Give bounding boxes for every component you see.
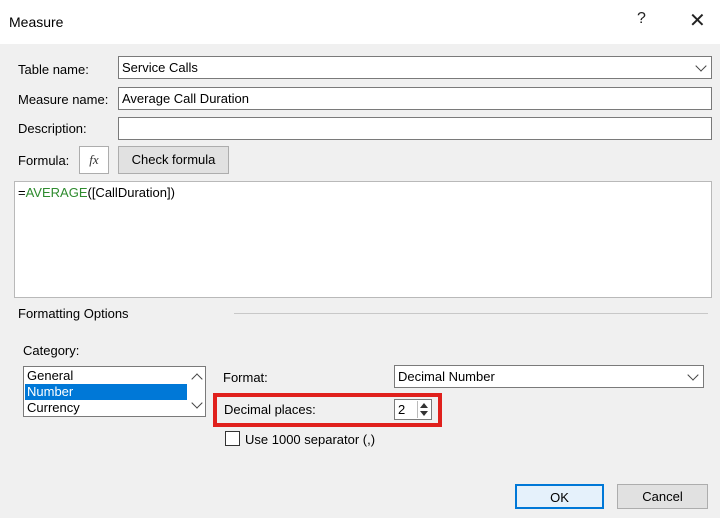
category-listbox[interactable]: General Number Currency (23, 366, 206, 417)
thousand-separator-label: Use 1000 separator (,) (245, 432, 376, 447)
formula-args: ([CallDuration]) (87, 185, 175, 200)
title-bar: Measure ? ✕ (0, 0, 720, 44)
chevron-down-icon (687, 369, 699, 381)
ok-button[interactable]: OK (515, 484, 604, 509)
dialog-title: Measure (9, 14, 64, 30)
category-item-number[interactable]: Number (25, 384, 187, 400)
formula-label: Formula: (18, 153, 70, 168)
category-item-general[interactable]: General (25, 368, 187, 384)
table-name-value: Service Calls (122, 60, 198, 75)
help-button[interactable]: ? (637, 10, 646, 28)
scroll-up-icon[interactable] (191, 373, 203, 385)
format-value: Decimal Number (398, 369, 495, 384)
spinner-buttons[interactable] (417, 401, 430, 418)
decimal-places-spinner[interactable]: 2 (394, 399, 432, 420)
formula-function: AVERAGE (25, 185, 88, 200)
measure-name-label: Measure name: (18, 92, 109, 107)
category-scrollbar[interactable] (188, 367, 205, 416)
category-item-currency[interactable]: Currency (25, 400, 187, 416)
table-name-dropdown[interactable]: Service Calls (118, 56, 712, 79)
table-name-label: Table name: (18, 62, 89, 77)
thousand-separator-checkbox[interactable] (225, 431, 240, 446)
formula-editor[interactable]: =AVERAGE([CallDuration]) (14, 181, 712, 298)
chevron-down-icon (695, 60, 707, 72)
category-label: Category: (23, 343, 80, 358)
close-icon[interactable]: ✕ (689, 8, 706, 33)
format-dropdown[interactable]: Decimal Number (394, 365, 704, 388)
formula-prefix: = (18, 185, 26, 200)
fx-icon: fx (89, 152, 99, 167)
insert-function-button[interactable]: fx (79, 146, 109, 174)
decimal-places-value: 2 (398, 402, 406, 417)
format-label: Format: (223, 370, 268, 385)
measure-dialog: Measure ? ✕ Table name: Service Calls Me… (0, 0, 720, 518)
scroll-down-icon[interactable] (191, 397, 203, 409)
measure-name-input[interactable]: Average Call Duration (118, 87, 712, 110)
check-formula-button[interactable]: Check formula (118, 146, 229, 174)
section-divider (234, 313, 708, 314)
decrement-icon[interactable] (420, 411, 428, 416)
cancel-button[interactable]: Cancel (617, 484, 708, 509)
formatting-options-heading: Formatting Options (18, 306, 129, 321)
description-label: Description: (18, 121, 87, 136)
increment-icon[interactable] (420, 403, 428, 408)
description-input[interactable] (118, 117, 712, 140)
decimal-places-label: Decimal places: (224, 402, 316, 417)
